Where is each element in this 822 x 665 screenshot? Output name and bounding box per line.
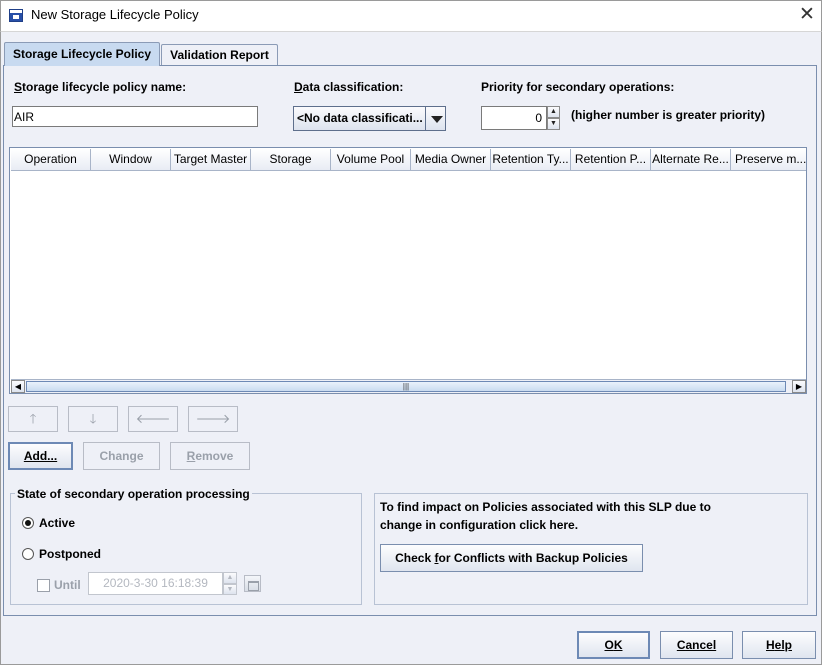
cancel-button[interactable]: Cancel [660,631,733,659]
check-conflicts-button[interactable]: Check for Conflicts with Backup Policies [380,544,643,572]
add-button[interactable]: Add... [8,442,73,470]
move-right-button[interactable]: 🡒 [188,406,238,432]
postponed-label[interactable]: Postponed [39,547,101,561]
app-icon [9,9,23,22]
tab-validation-report[interactable]: Validation Report [161,44,278,66]
scroll-thumb[interactable]: ||| [26,381,786,392]
arrow-down-icon: 🡓 [89,411,97,426]
column-header[interactable]: Target Master [171,149,251,171]
arrow-right-icon: 🡒 [195,411,231,426]
until-label: Until [54,578,81,592]
ok-button[interactable]: OK [577,631,650,659]
close-icon[interactable]: ✕ [796,3,818,27]
move-down-button[interactable]: 🡓 [68,406,118,432]
spinner-up-icon[interactable]: ▲ [547,106,560,118]
postponed-radio[interactable] [22,548,34,560]
data-classification-label: Data classification: [294,80,404,94]
priority-spinner-input[interactable]: 0 [481,106,547,130]
data-classification-value: <No data classificati... [297,111,423,125]
priority-hint: (higher number is greater priority) [571,108,766,122]
policy-name-input[interactable]: AIR [12,106,258,127]
conflicts-description-line1: To find impact on Policies associated wi… [380,500,711,514]
change-button[interactable]: Change [83,442,160,470]
arrow-left-icon: 🡐 [135,411,171,426]
horizontal-scrollbar[interactable]: ◀ ||| ▶ [11,379,806,393]
move-left-button[interactable]: 🡐 [128,406,178,432]
priority-label: Priority for secondary operations: [481,80,675,94]
column-header[interactable]: Volume Pool [331,149,411,171]
date-spinner-up-icon[interactable]: ▲ [223,572,237,584]
column-header[interactable]: Retention P... [571,149,651,171]
scroll-left-icon[interactable]: ◀ [11,380,25,393]
move-up-button[interactable]: 🡑 [8,406,58,432]
active-label[interactable]: Active [39,516,75,530]
column-header[interactable]: Operation [11,149,91,171]
column-header[interactable]: Media Owner [411,149,491,171]
column-header[interactable]: Alternate Re... [651,149,731,171]
policy-name-label: Storage lifecycle policy name: [14,80,187,94]
calendar-icon[interactable] [244,575,261,592]
remove-button[interactable]: Remove [170,442,250,470]
state-group-title: State of secondary operation processing [15,487,252,501]
scroll-right-icon[interactable]: ▶ [792,380,806,393]
spinner-down-icon[interactable]: ▼ [547,118,560,130]
help-button[interactable]: Help [742,631,816,659]
data-classification-select[interactable]: <No data classificati... [293,106,446,131]
column-header[interactable]: Window [91,149,171,171]
active-radio[interactable] [22,517,34,529]
column-header[interactable]: Storage [251,149,331,171]
until-date-input[interactable]: 2020-3-30 16:18:39 [88,572,223,595]
column-header[interactable]: Preserve m... [731,149,806,171]
tab-storage-lifecycle-policy[interactable]: Storage Lifecycle Policy [4,42,160,66]
window-title: New Storage Lifecycle Policy [31,7,199,22]
arrow-up-icon: 🡑 [29,411,37,426]
chevron-down-icon[interactable] [425,107,445,130]
operations-table[interactable]: Operation Window Target Master Storage V… [9,147,807,394]
conflicts-description-line2: change in configuration click here. [380,518,579,532]
until-checkbox[interactable] [37,579,50,592]
date-spinner-down-icon[interactable]: ▼ [223,584,237,595]
column-header[interactable]: Retention Ty... [491,149,571,171]
